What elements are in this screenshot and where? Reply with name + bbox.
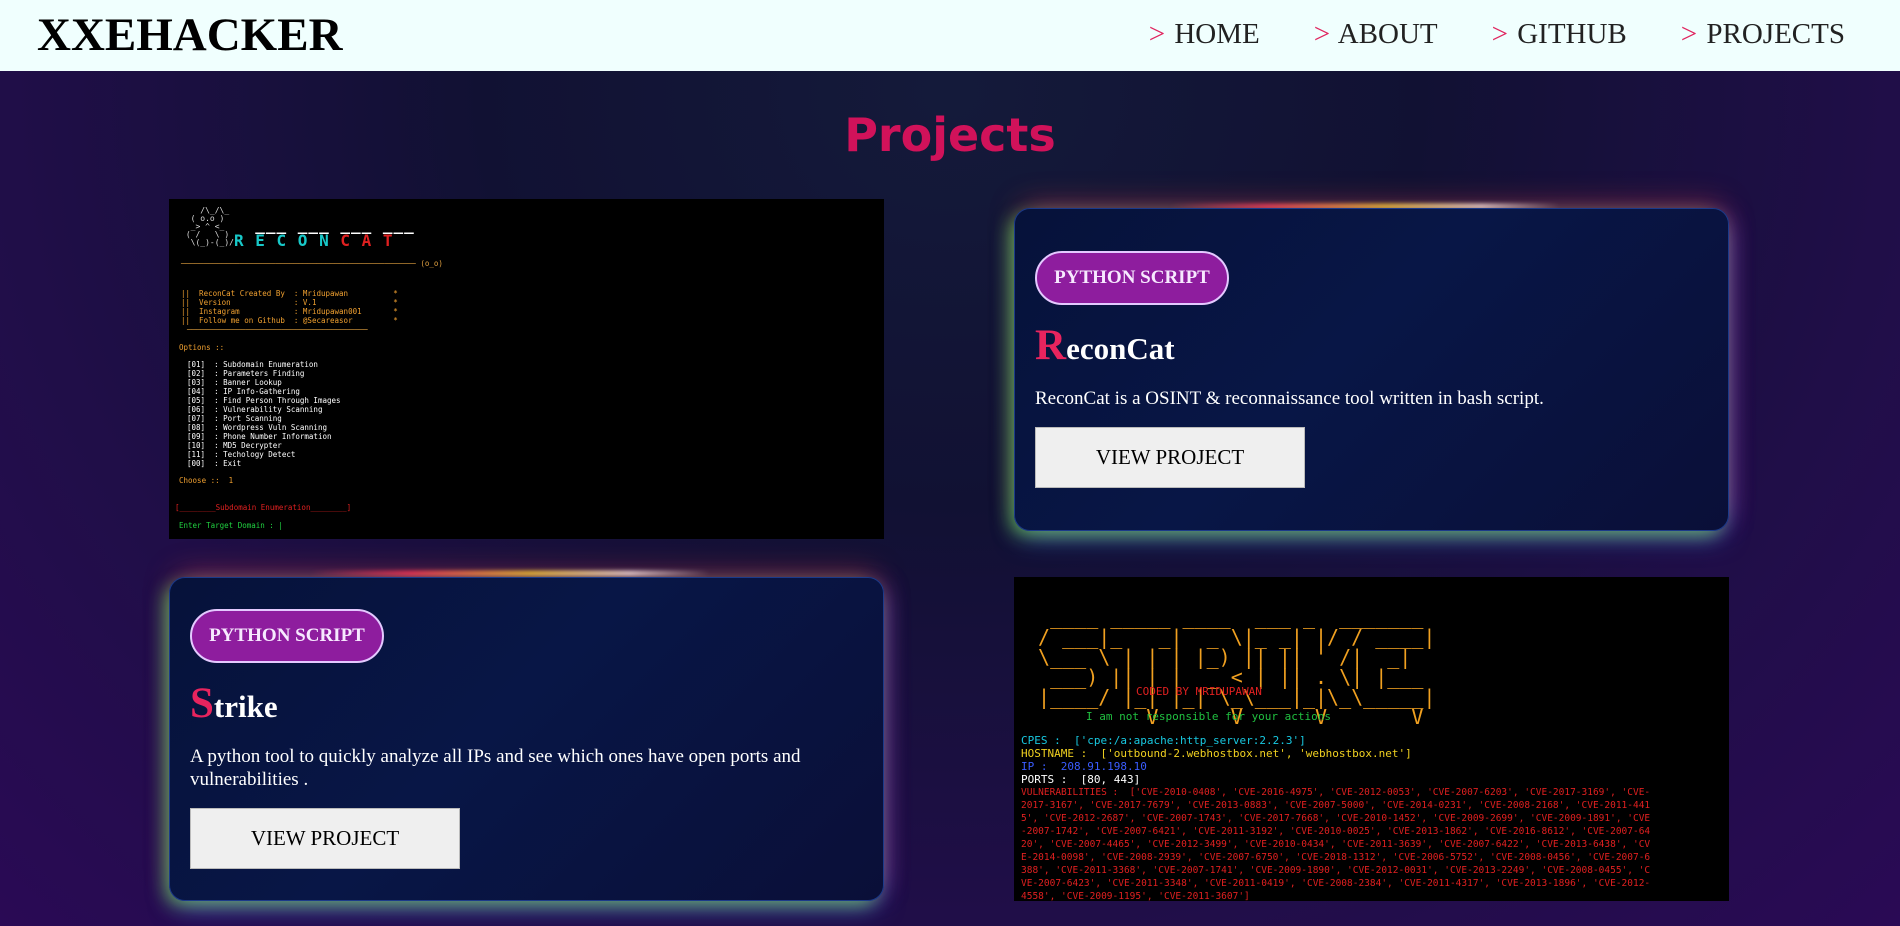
reconcat-option: [07] : Port Scanning <box>187 414 282 423</box>
reconcat-option: [00] : Exit <box>187 459 242 468</box>
reconcat-choose: Choose :: 1 <box>179 476 234 485</box>
reconcat-info-2: || Instagram : Mridupawan001 * <box>181 307 398 316</box>
nav-projects-link[interactable]: > PROJECTS <box>1681 18 1845 51</box>
reconcat-options-header: Options :: <box>179 343 225 352</box>
strike-vuln-line: 388', 'CVE-2011-3368', 'CVE-2007-1741', … <box>1021 865 1651 876</box>
reconcat-option: [01] : Subdomain Enumeration <box>187 360 318 369</box>
nav-home-link[interactable]: > HOME <box>1149 18 1260 51</box>
nav-arrow-icon: > <box>1491 18 1508 50</box>
reconcat-option: [03] : Banner Lookup <box>187 378 282 387</box>
project-title: ReconCat <box>1035 321 1175 370</box>
reconcat-info-3: || Follow me on Github : @Secareasor * <box>181 316 398 325</box>
strike-screenshot: ____ _____ ____ ___ _ _______ / ___|_ _|… <box>1014 577 1729 901</box>
reconcat-prompt: Enter Target Domain : | <box>179 521 283 530</box>
page-title: Projects <box>844 108 1056 162</box>
strike-vuln-line: 5', 'CVE-2012-2687', 'CVE-2007-1743', 'C… <box>1021 813 1651 824</box>
nav-arrow-icon: > <box>1148 18 1166 50</box>
reconcat-option: [05] : Find Person Through Images <box>187 396 341 405</box>
reconcat-option: [10] : MD5 Decrypter <box>187 441 282 450</box>
card-glow-top <box>310 571 710 576</box>
project-card-strike: PYTHON SCRIPT Strike A python tool to qu… <box>169 577 884 901</box>
project-description: ReconCat is a OSINT & reconnaissance too… <box>1035 388 1544 409</box>
strike-vuln-line: 2017-3167', 'CVE-2017-7679', 'CVE-2013-0… <box>1021 800 1651 811</box>
strike-ports: PORTS : [80, 443] <box>1021 773 1141 786</box>
reconcat-info-0: || ReconCat Created By : Mridupawan * <box>181 289 398 298</box>
reconcat-divider-2: ──────────────────────────────────────── <box>187 325 368 334</box>
reconcat-info-1: || Version : V.1 * <box>181 298 398 307</box>
reconcat-section: [________Subdomain Enumeration________] <box>175 503 352 512</box>
view-project-button[interactable]: VIEW PROJECT <box>190 808 460 869</box>
strike-vuln-line: -2007-1742', 'CVE-2007-6421', 'CVE-2011-… <box>1021 826 1651 837</box>
strike-vuln-line: VULNERABILITIES : ['CVE-2010-0408', 'CVE… <box>1021 787 1651 798</box>
strike-vuln-line: 4558', 'CVE-2009-1195', 'CVE-2011-3607'] <box>1021 891 1250 901</box>
reconcat-option: [02] : Parameters Finding <box>187 369 305 378</box>
project-title-initial: R <box>1035 322 1067 369</box>
main-nav: > HOME > ABOUT > GITHUB > PROJECTS <box>1149 18 1845 51</box>
project-title-rest: trike <box>213 689 278 724</box>
project-badge: PYTHON SCRIPT <box>1035 251 1229 305</box>
reconcat-option: [06] : Vulnerability Scanning <box>187 405 323 414</box>
top-navbar: XXEHACKER > HOME > ABOUT > GITHUB > PROJ… <box>0 0 1900 71</box>
brand-logo[interactable]: XXEHACKER <box>37 8 343 62</box>
nav-github-label: GITHUB <box>1517 18 1627 50</box>
nav-github-link[interactable]: > GITHUB <box>1492 18 1627 51</box>
strike-coded-by: CODED BY MRIDUPAWAN <box>1136 685 1262 698</box>
reconcat-screenshot: /\_/\_ ( o.o ) _> ^ <_ ( / \ ) \(_)-(_)/… <box>169 199 884 539</box>
reconcat-ascii-logo: ___ ___ ___ ___ R E C O N C A T <box>234 215 415 250</box>
reconcat-option: [08] : Wordpress Vuln Scanning <box>187 423 327 432</box>
strike-ip: IP : 208.91.198.10 <box>1021 760 1147 773</box>
project-title: Strike <box>190 679 278 728</box>
nav-home-label: HOME <box>1174 18 1260 50</box>
project-card-reconcat: PYTHON SCRIPT ReconCat ReconCat is a OSI… <box>1014 208 1729 531</box>
reconcat-option: [11] : Techology Detect <box>187 450 296 459</box>
strike-cpes: CPES : ['cpe:/a:apache:http_server:2.2.3… <box>1021 734 1306 747</box>
nav-arrow-icon: > <box>1680 18 1698 50</box>
strike-vuln-line: 20', 'CVE-2007-4465', 'CVE-2012-3499', '… <box>1021 839 1651 850</box>
nav-about-label: ABOUT <box>1337 18 1438 50</box>
project-badge: PYTHON SCRIPT <box>190 609 384 663</box>
strike-hostname: HOSTNAME : ['outbound-2.webhostbox.net',… <box>1021 747 1412 760</box>
nav-arrow-icon: > <box>1313 18 1331 50</box>
nav-about-link[interactable]: > ABOUT <box>1314 18 1438 51</box>
project-description: A python tool to quickly analyze all IPs… <box>190 746 801 790</box>
project-title-initial: S <box>190 680 214 727</box>
reconcat-option: [04] : IP Info-Gathering <box>187 387 300 396</box>
reconcat-divider: ────────────────────────────────────────… <box>181 259 443 268</box>
view-project-button[interactable]: VIEW PROJECT <box>1035 427 1305 488</box>
reconcat-option: [09] : Phone Number Information <box>187 432 332 441</box>
strike-vuln-line: VE-2007-6423', 'CVE-2011-3348', 'CVE-201… <box>1021 878 1651 889</box>
strike-ascii-logo: ____ _____ ____ ___ _ _______ / ___|_ _|… <box>1038 605 1436 729</box>
project-title-rest: econCat <box>1066 331 1175 366</box>
nav-projects-label: PROJECTS <box>1706 18 1845 50</box>
strike-vuln-line: E-2014-0098', 'CVE-2008-2939', 'CVE-2007… <box>1021 852 1651 863</box>
strike-disclaimer: I am not responsible for your actions <box>1086 710 1332 723</box>
reconcat-ascii-cat: /\_/\_ ( o.o ) _> ^ <_ ( / \ ) \(_)-(_)/ <box>185 206 234 247</box>
